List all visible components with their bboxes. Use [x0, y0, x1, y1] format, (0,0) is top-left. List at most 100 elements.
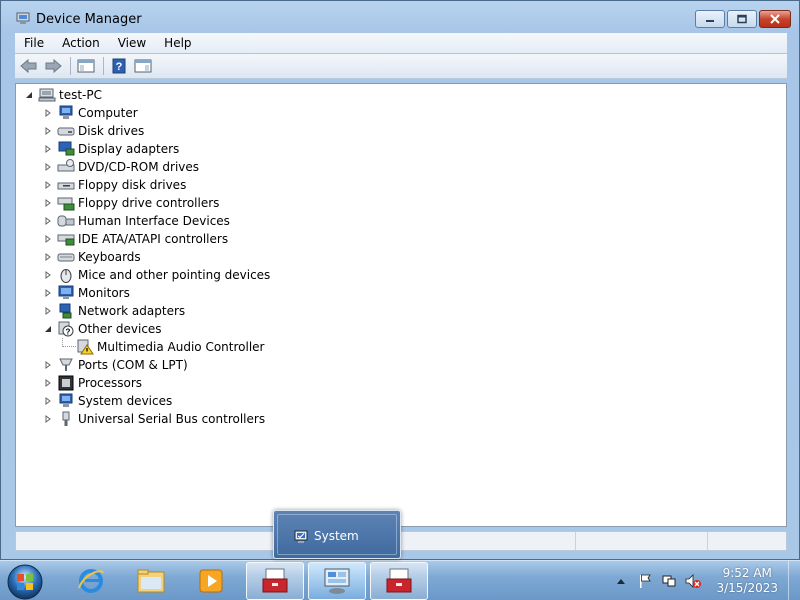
- volume-muted-icon[interactable]: [684, 572, 702, 590]
- expand-icon[interactable]: [43, 162, 53, 172]
- title-bar[interactable]: Device Manager: [1, 1, 799, 33]
- folder-icon: [137, 569, 165, 593]
- tree-category[interactable]: Mice and other pointing devices: [43, 266, 270, 284]
- floppy-drive-icon: [57, 177, 75, 193]
- tree-category-label: Mice and other pointing devices: [78, 268, 271, 282]
- tree-category[interactable]: Universal Serial Bus controllers: [43, 410, 265, 428]
- tree-device[interactable]: Multimedia Audio Controller: [62, 337, 264, 356]
- expand-icon[interactable]: [43, 414, 53, 424]
- help-book-icon: ?: [112, 58, 126, 74]
- tree-category-label: Floppy drive controllers: [78, 196, 220, 210]
- taskbar: 9:52 AM 3/15/2023: [0, 560, 800, 600]
- expand-icon[interactable]: [43, 180, 53, 190]
- tree-category[interactable]: System devices: [43, 392, 172, 410]
- expand-icon[interactable]: [43, 144, 53, 154]
- menu-view[interactable]: View: [109, 34, 155, 52]
- tree-category-label: Human Interface Devices: [78, 214, 230, 228]
- back-button[interactable]: [18, 56, 40, 76]
- menu-action[interactable]: Action: [53, 34, 109, 52]
- expand-icon[interactable]: [43, 216, 53, 226]
- clock-date: 3/15/2023: [716, 581, 778, 595]
- taskbar-toolbox-button-1[interactable]: [246, 562, 304, 600]
- tree-category[interactable]: Display adapters: [43, 140, 179, 158]
- tree-category-label: Monitors: [78, 286, 130, 300]
- taskbar-thumbnail-popup[interactable]: System: [273, 510, 401, 559]
- tree-category-label: Display adapters: [78, 142, 180, 156]
- expand-icon[interactable]: [43, 126, 53, 136]
- other-devices-icon: ?: [57, 321, 75, 337]
- taskbar-toolbox-button-2[interactable]: [370, 562, 428, 600]
- expand-icon[interactable]: [43, 234, 53, 244]
- expand-icon[interactable]: [43, 306, 53, 316]
- popup-label: System: [314, 529, 359, 543]
- floppy-controller-icon: [57, 195, 75, 211]
- taskbar-explorer-button[interactable]: [122, 562, 180, 600]
- expand-icon[interactable]: [43, 270, 53, 280]
- tree-category[interactable]: Network adapters: [43, 302, 185, 320]
- action-pane-icon: [134, 59, 152, 73]
- tree-category[interactable]: ? Other devices: [43, 320, 162, 338]
- dvd-drive-icon: [57, 159, 75, 175]
- clock[interactable]: 9:52 AM 3/15/2023: [716, 566, 778, 596]
- menu-help[interactable]: Help: [155, 34, 200, 52]
- internet-explorer-icon: [78, 569, 104, 593]
- show-hidden-icons-button[interactable]: [612, 572, 630, 590]
- tree-category-label: Universal Serial Bus controllers: [78, 412, 266, 426]
- expand-icon[interactable]: [43, 288, 53, 298]
- tree-category-label: DVD/CD-ROM drives: [78, 160, 200, 174]
- computer-icon: [57, 105, 75, 121]
- tree-root[interactable]: test-PC: [24, 86, 102, 104]
- hid-icon: [57, 213, 75, 229]
- tree-category[interactable]: IDE ATA/ATAPI controllers: [43, 230, 228, 248]
- expand-icon[interactable]: [43, 378, 53, 388]
- tree-category[interactable]: Monitors: [43, 284, 130, 302]
- display-adapter-icon: [57, 141, 75, 157]
- svg-text:?: ?: [66, 328, 71, 337]
- tree-category[interactable]: Disk drives: [43, 122, 144, 140]
- toolbox-icon: [262, 568, 288, 593]
- keyboard-icon: [57, 249, 75, 265]
- ide-controller-icon: [57, 231, 75, 247]
- close-button[interactable]: [759, 10, 791, 28]
- tree-category[interactable]: Human Interface Devices: [43, 212, 230, 230]
- expand-icon[interactable]: [43, 360, 53, 370]
- tree-category[interactable]: Floppy disk drives: [43, 176, 186, 194]
- show-desktop-button[interactable]: [788, 561, 800, 600]
- minimize-button[interactable]: [695, 10, 725, 28]
- expand-icon[interactable]: [43, 396, 53, 406]
- network-icon[interactable]: [660, 572, 678, 590]
- forward-arrow-icon: [45, 59, 62, 73]
- menu-file[interactable]: File: [15, 34, 53, 52]
- maximize-button[interactable]: [727, 10, 757, 28]
- tree-category[interactable]: Processors: [43, 374, 142, 392]
- show-action-pane-button[interactable]: [132, 56, 154, 76]
- taskbar-system-button[interactable]: [308, 562, 366, 600]
- expand-icon[interactable]: [43, 198, 53, 208]
- collapse-icon[interactable]: [43, 324, 53, 334]
- action-center-icon[interactable]: [636, 572, 654, 590]
- tree-category[interactable]: Ports (COM & LPT): [43, 356, 188, 374]
- tree-category-label: Disk drives: [78, 124, 145, 138]
- device-tree-pane[interactable]: test-PC Computer Disk drives Display adapt…: [15, 83, 787, 527]
- expand-icon[interactable]: [43, 108, 53, 118]
- mouse-icon: [57, 267, 75, 283]
- back-arrow-icon: [20, 59, 37, 73]
- toolbar-separator: [103, 57, 104, 75]
- network-adapter-icon: [57, 303, 75, 319]
- system-icon: [324, 568, 350, 594]
- media-player-icon: [199, 569, 223, 593]
- toolbar-separator: [70, 57, 71, 75]
- tree-category[interactable]: Floppy drive controllers: [43, 194, 219, 212]
- collapse-icon[interactable]: [24, 90, 34, 100]
- tree-category[interactable]: Keyboards: [43, 248, 141, 266]
- start-button[interactable]: [6, 563, 46, 600]
- tree-category[interactable]: DVD/CD-ROM drives: [43, 158, 199, 176]
- taskbar-media-player-button[interactable]: [182, 562, 240, 600]
- help-button[interactable]: ?: [108, 56, 130, 76]
- forward-button[interactable]: [42, 56, 64, 76]
- disk-drive-icon: [57, 123, 75, 139]
- expand-icon[interactable]: [43, 252, 53, 262]
- tree-category[interactable]: Computer: [43, 104, 138, 122]
- taskbar-ie-button[interactable]: [62, 562, 120, 600]
- show-hide-console-tree-button[interactable]: [75, 56, 97, 76]
